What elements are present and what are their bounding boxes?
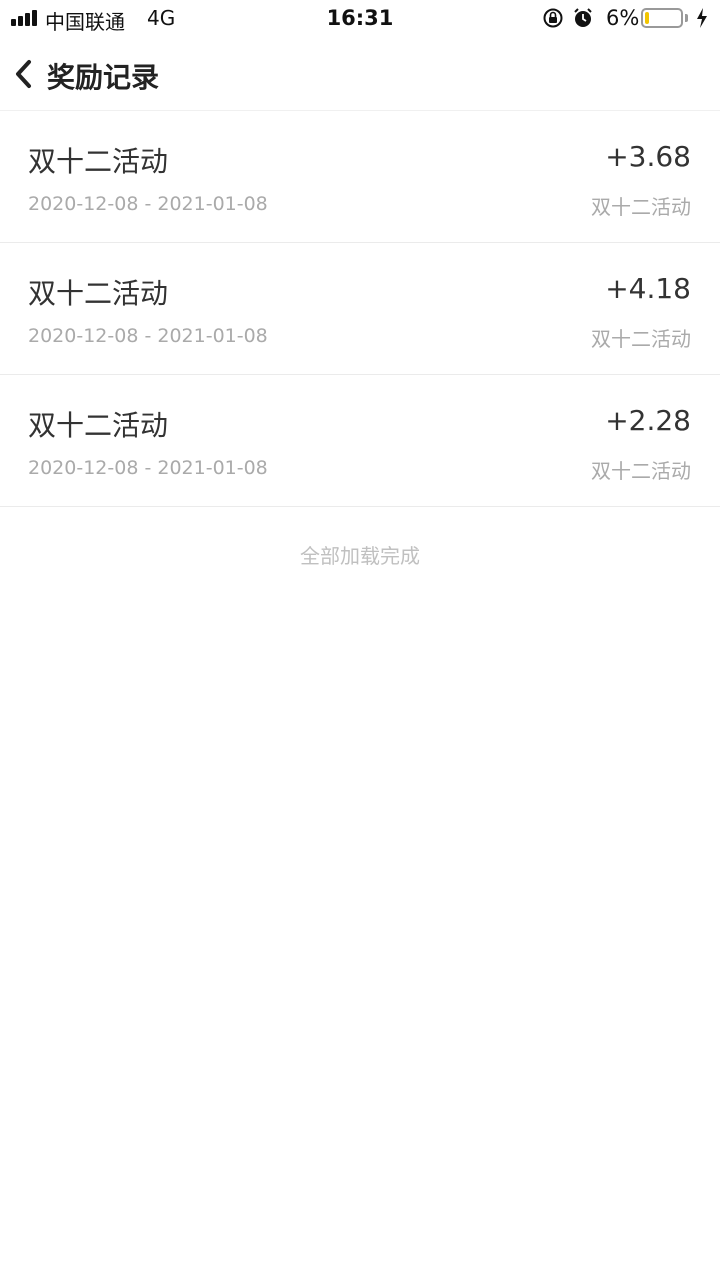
- record-date-range: 2020-12-08 - 2021-01-08: [28, 457, 268, 479]
- list-item[interactable]: 双十二活动 +4.18 2020-12-08 - 2021-01-08 双十二活…: [0, 243, 720, 375]
- record-amount: +4.18: [605, 272, 691, 305]
- alarm-icon: [574, 8, 592, 27]
- status-bar: 中国联通 4G 16:31 6%: [0, 0, 720, 38]
- record-source: 双十二活动: [591, 195, 691, 219]
- record-title: 双十二活动: [28, 277, 169, 310]
- record-title: 双十二活动: [28, 145, 169, 178]
- list-item[interactable]: 双十二活动 +3.68 2020-12-08 - 2021-01-08 双十二活…: [0, 111, 720, 243]
- record-source: 双十二活动: [591, 327, 691, 351]
- chevron-left-icon[interactable]: [10, 56, 40, 92]
- record-amount: +3.68: [605, 140, 691, 173]
- list-item[interactable]: 双十二活动 +2.28 2020-12-08 - 2021-01-08 双十二活…: [0, 375, 720, 507]
- battery-nub: [685, 14, 688, 22]
- rotation-lock-icon: [543, 8, 563, 28]
- nav-bar: 奖励记录: [0, 38, 720, 111]
- battery-percent: 6%: [606, 6, 640, 30]
- reward-record-list: 双十二活动 +3.68 2020-12-08 - 2021-01-08 双十二活…: [0, 111, 720, 507]
- record-amount: +2.28: [605, 404, 691, 437]
- load-complete-text: 全部加载完成: [300, 544, 420, 568]
- page-title: 奖励记录: [47, 61, 160, 94]
- charging-bolt-icon: [697, 8, 707, 28]
- battery-fill: [645, 12, 649, 24]
- battery-icon: [641, 8, 683, 28]
- record-source: 双十二活动: [591, 459, 691, 483]
- record-title: 双十二活动: [28, 409, 169, 442]
- record-date-range: 2020-12-08 - 2021-01-08: [28, 325, 268, 347]
- record-date-range: 2020-12-08 - 2021-01-08: [28, 193, 268, 215]
